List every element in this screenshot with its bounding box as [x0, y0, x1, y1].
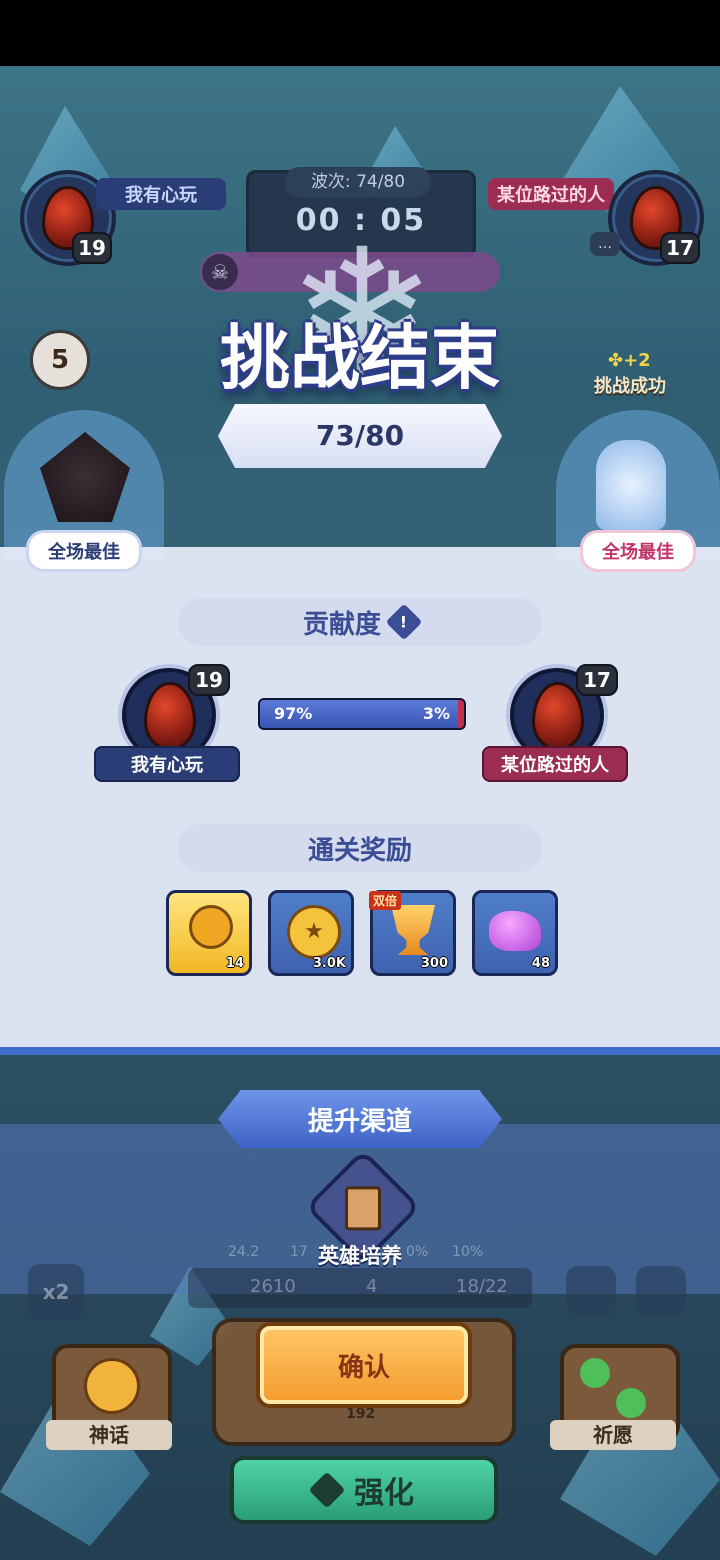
- crystal-icon: [489, 911, 541, 951]
- right-contributor-name: 某位路过的人: [482, 746, 628, 782]
- left-percent: 97%: [274, 704, 313, 723]
- reward-count: 300: [420, 956, 448, 971]
- trophy-icon: [391, 905, 435, 955]
- faded-stat: 0%: [406, 1244, 429, 1260]
- double-tag: 双倍: [369, 891, 402, 910]
- clover-icon: [616, 1388, 646, 1418]
- clover-icon: [580, 1358, 610, 1388]
- myth-icon: [84, 1358, 140, 1414]
- improve-banner: 提升渠道: [218, 1090, 502, 1148]
- egg-icon: [144, 682, 196, 750]
- page-title: 挑战结束: [220, 317, 500, 399]
- egg-icon: [532, 682, 584, 750]
- right-player-level: 17: [660, 232, 700, 264]
- faded-stat: 10%: [452, 1244, 484, 1260]
- confirm-button[interactable]: 确认: [256, 1322, 472, 1408]
- reward-crystal[interactable]: 48: [472, 890, 558, 976]
- rewards-header: 通关奖励: [178, 824, 542, 872]
- contribution-bar: 97% 3%: [258, 698, 466, 730]
- status-bar: [0, 0, 720, 66]
- left-best-badge: 全场最佳: [26, 530, 142, 572]
- key-icon: [189, 905, 233, 949]
- speed-x2-button[interactable]: x2: [28, 1264, 84, 1320]
- right-contributor-level: 17: [576, 664, 618, 696]
- faded-stat: 18/22: [456, 1276, 508, 1297]
- right-player-name: 某位路过的人: [488, 178, 614, 210]
- resource-bar: 2610 4 18/22: [188, 1268, 532, 1308]
- skull-icon: ☠: [202, 254, 238, 290]
- reward-key[interactable]: 14: [166, 890, 252, 976]
- faded-stat: 4: [366, 1276, 378, 1297]
- right-contribution-fill: [457, 700, 464, 728]
- coin-icon: ★: [287, 905, 341, 959]
- left-player-name: 我有心玩: [96, 178, 226, 210]
- wish-label: 祈愿: [550, 1420, 676, 1450]
- upgrade-icon: [308, 1471, 346, 1509]
- wave-score: 73/80: [315, 419, 405, 452]
- hero-train-label[interactable]: 英雄培养: [300, 1240, 420, 1270]
- reward-coin[interactable]: ★ 3.0K: [268, 890, 354, 976]
- faded-stat: 17: [290, 1244, 308, 1260]
- reward-trophy[interactable]: 双倍 300: [369, 890, 456, 976]
- faded-stat: 2610: [250, 1276, 296, 1297]
- faded-stat: 24.2: [228, 1244, 260, 1260]
- info-icon[interactable]: !: [385, 603, 423, 641]
- rewards-title: 通关奖励: [307, 835, 412, 866]
- contribution-header: 贡献度 !: [178, 598, 542, 646]
- chat-bubble-icon[interactable]: …: [590, 232, 620, 256]
- left-player-level: 19: [72, 232, 112, 264]
- panel-divider: [0, 1047, 720, 1055]
- myth-label: 神话: [46, 1420, 172, 1450]
- wave-counter: 波次: 74/80: [285, 167, 431, 197]
- score-ribbon: 73/80: [218, 404, 502, 468]
- right-best-badge: 全场最佳: [580, 530, 696, 572]
- ice-hero-icon: [596, 440, 666, 530]
- reward-count: 14: [225, 956, 244, 971]
- left-contributor-name: 我有心玩: [94, 746, 240, 782]
- reward-count: 48: [531, 956, 550, 971]
- left-contributor-level: 19: [188, 664, 230, 696]
- strengthen-label: 强化: [354, 1476, 414, 1511]
- right-percent: 3%: [422, 704, 450, 723]
- reward-count: 3.0K: [312, 956, 346, 971]
- menu-icon[interactable]: [636, 1266, 686, 1316]
- summon-cost: 192: [346, 1406, 376, 1422]
- strengthen-button[interactable]: 强化: [230, 1456, 498, 1524]
- chat-icon[interactable]: [566, 1266, 616, 1316]
- contribution-title: 贡献度: [302, 609, 381, 640]
